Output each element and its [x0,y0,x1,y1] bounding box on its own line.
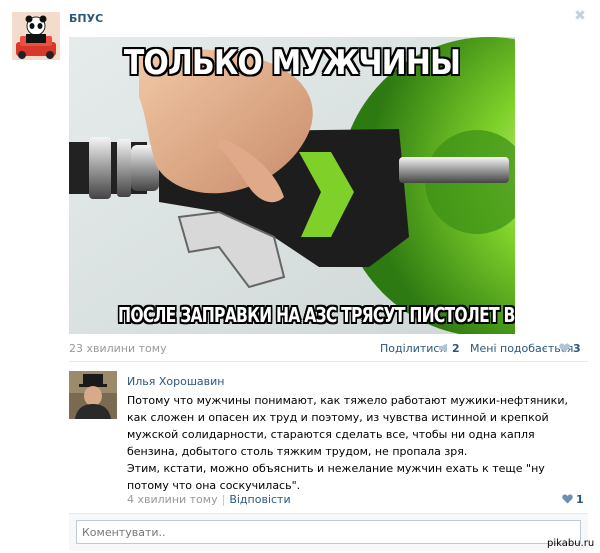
group-avatar[interactable] [12,12,60,60]
comment-like-count: 1 [576,493,584,506]
heart-icon[interactable] [559,343,570,353]
wall-post: БПУС ✖ ТОЛЬКО МУЖЧИНЫ ПОСЛЕ ЗАПРАВКИ НА … [0,0,600,553]
comment-composer [69,513,588,551]
post-image[interactable]: ТОЛЬКО МУЖЧИНЫ ПОСЛЕ ЗАПРАВКИ НА АЗС ТРЯ… [69,37,515,334]
group-name-link[interactable]: БПУС [69,12,103,25]
comment-paragraph: Потому что мужчины понимают, как тяжело … [127,394,568,458]
post-timestamp[interactable]: 23 хвилини тому [69,342,167,355]
share-count: 2 [452,342,460,355]
comment-meta: 4 хвилини тому | Відповісти [127,493,291,506]
divider [69,361,588,362]
comment-timestamp[interactable]: 4 хвилини тому [127,493,218,506]
heart-icon[interactable] [562,494,573,504]
comment-body: Потому что мужчины понимают, как тяжело … [127,392,582,494]
meme-bottom-caption: ПОСЛЕ ЗАПРАВКИ НА АЗС ТРЯСУТ ПИСТОЛЕТ В … [118,303,515,327]
reply-button[interactable]: Відповісти [229,493,290,506]
watermark-text: pikabu.ru [547,538,595,549]
like-count: 3 [573,342,581,355]
comment-author-link[interactable]: Илья Хорошавин [127,375,224,388]
megaphone-icon[interactable] [438,343,449,353]
close-icon[interactable]: ✖ [573,9,587,23]
share-button[interactable]: Поділитися [380,342,446,355]
meta-separator: | [221,493,226,506]
meme-top-caption: ТОЛЬКО МУЖЧИНЫ [123,43,461,83]
comment-input[interactable] [76,520,581,544]
like-button[interactable]: Мені подобається [470,342,573,355]
commenter-avatar[interactable] [69,371,117,419]
comment-paragraph: Этим, кстати, можно объяснить и нежелани… [127,462,545,492]
